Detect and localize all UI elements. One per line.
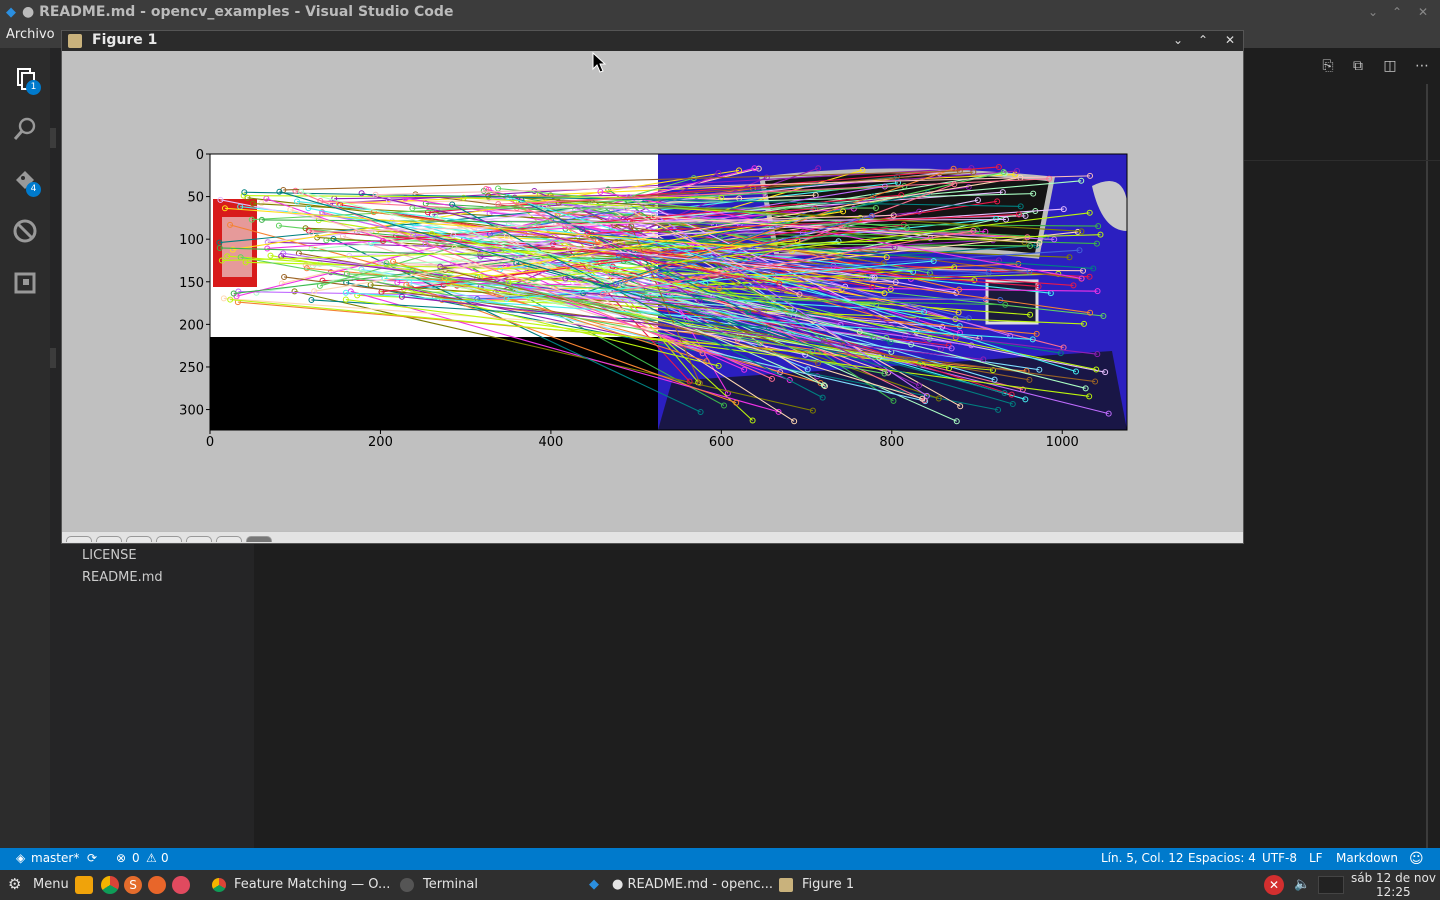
close-window-button[interactable]: ✕ [1414,3,1432,21]
scm-badge: 4 [26,182,41,197]
explorer-badge: 1 [26,80,41,95]
firefox-icon[interactable] [148,876,166,894]
figure-minimize-button[interactable]: ⌄ [1170,32,1186,48]
sublime-icon[interactable]: S [124,876,142,894]
more-actions-icon[interactable]: ⋯ [1412,56,1432,76]
volume-icon[interactable]: 🔈 [1294,877,1310,892]
cursor-position[interactable]: Lín. 5, Col. 12 [1101,851,1183,865]
pan-button[interactable] [156,536,182,542]
figure-toolbar [62,531,1243,543]
warnings-icon: ⚠ [146,851,157,865]
window-title: ● README.md - opencv_examples - Visual S… [22,4,454,20]
x-tick-label: 200 [368,435,393,450]
figure-window: Figure 1 ⌄ ⌃ ✕ 0 200 400 600 800 1000 0 50 100 1… [61,30,1244,544]
language-mode[interactable]: Markdown [1336,851,1398,865]
clock-time[interactable]: 12:25 [1376,885,1411,899]
x-tick-label: 1000 [1046,435,1079,450]
line-ending[interactable]: LF [1309,851,1323,865]
save-figure-button[interactable] [246,536,272,542]
git-branch[interactable]: master* [31,851,79,865]
vscode-logo-icon: ◆ [6,4,16,20]
y-tick-label: 200 [179,318,204,333]
y-tick-label: 50 [187,191,204,206]
feature-matching-plot: 0 200 400 600 800 1000 0 50 100 150 200 250 300 [179,148,1128,450]
forward-button[interactable] [126,536,152,542]
editor-actions: ⎘ ⧉ ◫ ⋯ [1316,56,1440,78]
app-launcher-icon[interactable] [172,876,190,894]
errors-count[interactable]: 0 [132,851,140,865]
activity-bar: 1 4 [0,48,50,848]
figure-maximize-button[interactable]: ⌃ [1195,32,1211,48]
figure-title: Figure 1 [92,32,158,48]
feedback-smiley-icon[interactable]: ☺ [1409,851,1424,867]
menu-archivo[interactable]: Archivo [6,27,55,42]
sync-icon[interactable]: ⟳ [87,851,97,865]
y-axis: 0 50 100 150 200 250 300 [179,148,210,419]
minimize-window-button[interactable]: ⌄ [1364,3,1382,21]
y-tick-label: 150 [179,276,204,291]
vscode-task-icon: ◆ [589,877,599,892]
vscode-titlebar: ◆ ● README.md - opencv_examples - Visual… [0,0,1440,24]
file-manager-icon[interactable] [75,876,93,894]
subplots-button[interactable] [216,536,242,542]
figure-titlebar[interactable]: Figure 1 ⌄ ⌃ ✕ [62,31,1243,51]
zoom-button[interactable] [186,536,212,542]
home-button[interactable] [66,536,92,542]
clock-date[interactable]: sáb 12 de nov [1351,871,1436,885]
terminal-task-icon [400,878,414,892]
editor-line-highlight [1244,160,1440,161]
chrome-task-icon [212,878,226,892]
update-manager-icon[interactable]: ✕ [1264,875,1284,895]
task-feature-matching[interactable]: Feature Matching — O... [234,877,390,892]
matplotlib-icon [68,34,82,48]
mouse-cursor-icon [592,52,607,73]
chrome-icon[interactable] [101,876,119,894]
statusbar: ◈ master* ⟳ ⊗ 0 ⚠ 0 Lín. 5, Col. 12 Espa… [0,848,1440,870]
task-terminal[interactable]: Terminal [423,877,478,892]
warnings-count[interactable]: 0 [161,851,169,865]
y-tick-label: 100 [179,233,204,248]
file-item-license[interactable]: LICENSE [82,548,137,563]
taskbar: ⚙ Menu S Feature Matching — O... Termina… [0,870,1440,900]
git-branch-icon: ◈ [16,851,26,865]
x-tick-label: 400 [538,435,563,450]
x-tick-label: 0 [206,435,214,450]
system-menu-icon[interactable]: ⚙ [8,875,21,893]
y-tick-label: 0 [196,148,204,163]
sidebar-scroll-marker [50,348,56,368]
y-tick-label: 250 [179,361,204,376]
debug-icon[interactable] [10,216,40,246]
sidebar-scroll-marker [50,128,56,148]
errors-icon: ⊗ [116,851,127,865]
back-button[interactable] [96,536,122,542]
extensions-icon[interactable] [10,268,40,298]
x-axis: 0 200 400 600 800 1000 [206,430,1079,450]
y-tick-label: 300 [179,404,204,419]
taskbar-menu[interactable]: Menu [33,877,69,892]
task-figure-1[interactable]: Figure 1 [802,877,854,892]
open-preview-icon[interactable]: ⎘ [1318,56,1338,76]
file-item-readme[interactable]: README.md [82,570,163,585]
editor-vertical-ruler [1426,84,1428,848]
figure-task-icon [779,878,793,892]
indentation[interactable]: Espacios: 4 [1188,851,1256,865]
x-tick-label: 800 [879,435,904,450]
task-readme[interactable]: ● README.md - openc... [612,877,773,892]
network-icon[interactable] [1318,876,1344,894]
x-tick-label: 600 [709,435,734,450]
encoding[interactable]: UTF-8 [1262,851,1297,865]
search-icon[interactable] [10,114,40,144]
figure-close-button[interactable]: ✕ [1222,32,1238,48]
open-changes-icon[interactable]: ⧉ [1348,56,1368,76]
split-editor-icon[interactable]: ◫ [1380,56,1400,76]
maximize-window-button[interactable]: ⌃ [1388,3,1406,21]
